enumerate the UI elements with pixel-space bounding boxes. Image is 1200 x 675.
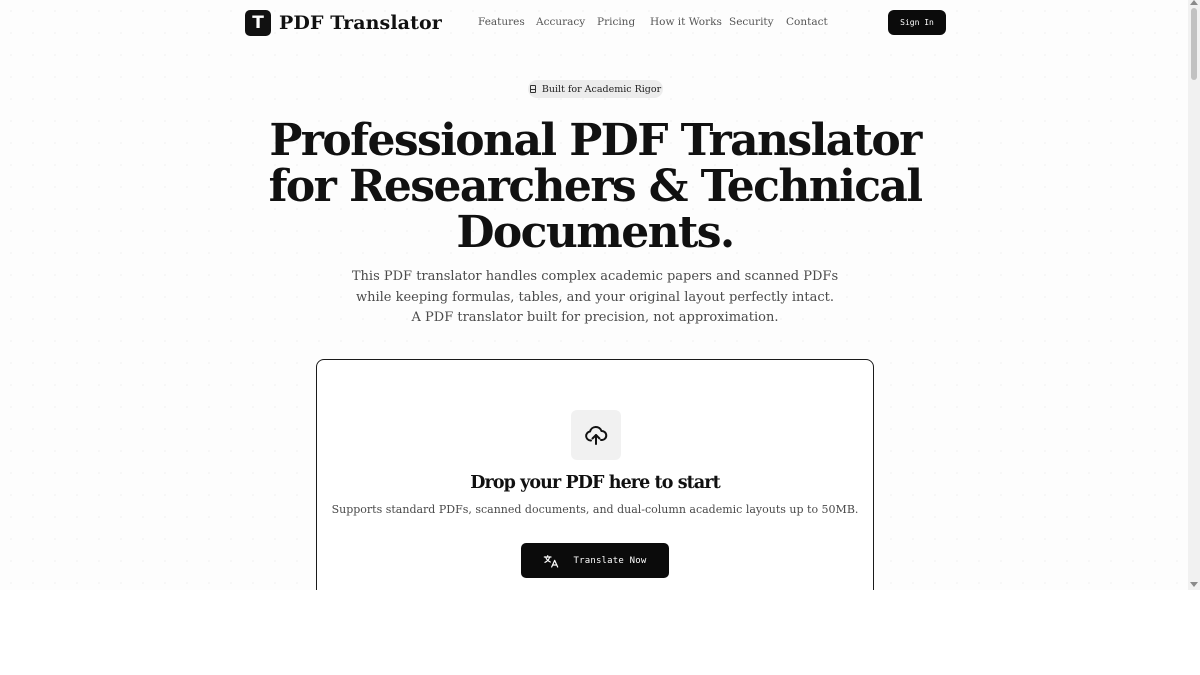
- page-viewport: T PDF Translator Features Accuracy Prici…: [0, 0, 1188, 590]
- translate-now-button[interactable]: Translate Now: [521, 543, 669, 578]
- translate-icon: [544, 554, 559, 568]
- nav-link-how-it-works[interactable]: How it Works: [650, 16, 722, 28]
- upload-dropzone[interactable]: Drop your PDF here to start Supports sta…: [316, 359, 874, 590]
- scrollbar-thumb[interactable]: [1191, 8, 1197, 80]
- below-viewport-area: [0, 590, 1188, 675]
- nav-link-contact[interactable]: Contact: [786, 16, 828, 28]
- upload-icon-box: [571, 410, 621, 460]
- badge-label: Built for Academic Rigor: [541, 83, 662, 95]
- vertical-scrollbar[interactable]: [1188, 0, 1200, 590]
- nav-link-pricing[interactable]: Pricing: [597, 16, 635, 28]
- dropzone-title: Drop your PDF here to start: [470, 473, 720, 493]
- book-icon: [529, 85, 536, 93]
- dropzone-description: Supports standard PDFs, scanned document…: [331, 503, 859, 516]
- nav-link-accuracy[interactable]: Accuracy: [536, 16, 585, 28]
- brand-logo[interactable]: T PDF Translator: [245, 10, 442, 36]
- nav-link-security[interactable]: Security: [729, 16, 774, 28]
- scroll-up-arrow-icon[interactable]: [1190, 0, 1198, 5]
- logo-mark-icon: T: [245, 10, 271, 36]
- scroll-down-arrow-icon[interactable]: [1190, 582, 1198, 587]
- hero-headline: Professional PDF Translator for Research…: [268, 115, 923, 258]
- academic-rigor-badge: Built for Academic Rigor: [528, 80, 663, 98]
- cloud-upload-icon: [585, 425, 608, 445]
- nav-link-features[interactable]: Features: [478, 16, 525, 28]
- translate-now-label: Translate Now: [573, 555, 647, 566]
- sign-in-button[interactable]: Sign In: [888, 10, 946, 35]
- brand-name: PDF Translator: [279, 12, 442, 34]
- hero-subtitle: This PDF translator handles complex acad…: [351, 269, 839, 325]
